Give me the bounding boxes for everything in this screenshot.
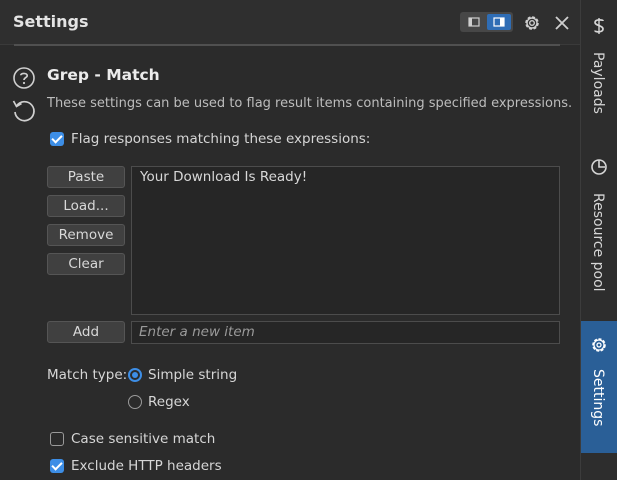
tab-payloads-label: Payloads [590, 52, 606, 114]
tab-settings-label: Settings [590, 369, 606, 427]
match-type-simple-string[interactable]: Simple string [128, 367, 237, 383]
help-icon[interactable] [12, 66, 38, 92]
clear-button[interactable]: Clear [47, 253, 125, 275]
tab-settings[interactable]: Settings [581, 321, 617, 453]
case-sensitive-checkbox[interactable] [50, 432, 64, 446]
flag-responses-option[interactable]: Flag responses matching these expression… [50, 131, 370, 147]
gear-icon [525, 16, 539, 30]
reset-defaults-button[interactable] [12, 98, 38, 124]
right-sidebar: Payloads Resource pool Settings [580, 0, 617, 480]
regex-label: Regex [148, 394, 190, 410]
panel-header: Settings [0, 0, 580, 45]
settings-panel: Settings Grep - Match These settings can… [0, 0, 580, 480]
close-icon [555, 16, 569, 30]
tab-payloads[interactable]: Payloads [581, 0, 617, 140]
simple-string-radio[interactable] [128, 368, 142, 382]
regex-radio[interactable] [128, 395, 142, 409]
case-sensitive-option[interactable]: Case sensitive match [50, 431, 215, 447]
match-type-regex[interactable]: Regex [128, 394, 190, 410]
simple-string-label: Simple string [148, 367, 238, 383]
paste-button[interactable]: Paste [47, 166, 125, 188]
tab-resource-pool-label: Resource pool [590, 193, 606, 292]
panel-layout-icon [493, 17, 505, 27]
layout-option-split[interactable] [462, 14, 486, 30]
add-button[interactable]: Add [47, 321, 125, 343]
list-item[interactable]: Your Download Is Ready! [140, 169, 307, 185]
exclude-headers-checkbox[interactable] [50, 459, 64, 473]
undo-icon [12, 100, 35, 122]
exclude-headers-label: Exclude HTTP headers [71, 458, 222, 474]
gear-icon [592, 338, 606, 352]
flag-responses-checkbox[interactable] [50, 132, 64, 146]
split-layout-icon [468, 17, 480, 27]
tab-resource-pool[interactable]: Resource pool [581, 146, 617, 316]
dollar-icon [594, 18, 604, 34]
layout-option-panel[interactable] [487, 14, 511, 30]
flag-responses-label: Flag responses matching these expression… [71, 131, 371, 147]
layout-toggle[interactable] [460, 12, 513, 32]
section-title: Grep - Match [47, 66, 160, 84]
close-button[interactable] [551, 12, 573, 34]
case-sensitive-label: Case sensitive match [71, 431, 216, 447]
section-description: These settings can be used to flag resul… [47, 96, 573, 111]
expressions-list[interactable]: Your Download Is Ready! [131, 166, 560, 315]
match-type-label: Match type: [47, 367, 128, 383]
header-divider [14, 44, 560, 46]
pie-chart-icon [591, 159, 607, 175]
settings-gear-button[interactable] [521, 12, 543, 34]
panel-title: Settings [13, 12, 89, 31]
remove-button[interactable]: Remove [47, 224, 125, 246]
exclude-headers-option[interactable]: Exclude HTTP headers [50, 458, 222, 474]
load-button[interactable]: Load... [47, 195, 125, 217]
new-item-input[interactable]: Enter a new item [131, 321, 560, 344]
question-circle-icon [13, 67, 35, 89]
